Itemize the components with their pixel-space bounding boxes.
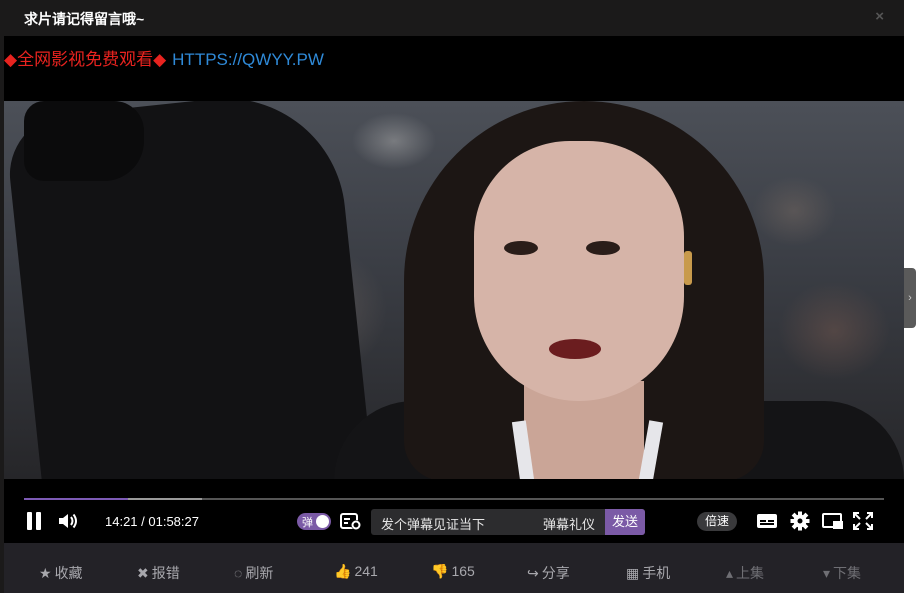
thumbs-up-icon: 👍 <box>334 563 352 579</box>
speed-button[interactable]: 倍速 <box>697 512 737 531</box>
ad-banner[interactable]: ◆全网影视免费观看◆ HTTPS://QWYY.PW <box>4 45 324 70</box>
video-figure-lips <box>549 339 601 359</box>
video-frame[interactable] <box>4 101 904 479</box>
danmaku-etiquette-link[interactable]: 弹幕礼仪 <box>543 514 595 533</box>
ad-url-link[interactable]: HTTPS://QWYY.PW <box>172 50 324 69</box>
share-icon: ↪ <box>527 565 539 581</box>
next-episode-button[interactable]: ▾ 下集 <box>823 563 861 583</box>
video-figure-face <box>474 141 684 401</box>
triangle-down-icon: ▾ <box>823 565 831 581</box>
qr-code-icon: ▦ <box>626 565 640 581</box>
dislike-button[interactable]: 👎 165 <box>431 563 475 580</box>
share-button[interactable]: ↪ 分享 <box>527 563 570 583</box>
thumbs-down-icon: 👎 <box>431 563 449 579</box>
danmaku-toggle[interactable]: 弹 <box>297 513 331 530</box>
video-figure-earring <box>684 251 692 285</box>
time-display: 14:21 / 01:58:27 <box>105 514 199 529</box>
close-icon[interactable]: × <box>875 8 884 25</box>
video-figure-eye-left <box>504 241 538 255</box>
danmaku-placeholder: 发个弹幕见证当下 <box>381 517 486 532</box>
side-panel-strip: › <box>904 0 924 593</box>
danmaku-settings-icon[interactable] <box>340 512 362 531</box>
danmaku-send-button[interactable]: 发送 <box>605 509 645 535</box>
close-x-icon: ✖ <box>137 565 149 581</box>
dialog-titlebar: 求片请记得留言哦~ × <box>4 0 904 36</box>
fullscreen-icon[interactable] <box>852 511 874 531</box>
mobile-qr-button[interactable]: ▦ 手机 <box>626 563 670 583</box>
video-player[interactable]: ◆全网影视免费观看◆ HTTPS://QWYY.PW 14:21 / 01:58:… <box>4 36 904 543</box>
triangle-up-icon: ▴ <box>726 565 734 581</box>
gear-icon[interactable] <box>789 511 811 531</box>
favorite-button[interactable]: ★ 收藏 <box>39 563 83 583</box>
picture-in-picture-icon[interactable] <box>822 511 844 531</box>
video-figure-eye-right <box>586 241 620 255</box>
toggle-knob <box>316 515 329 528</box>
danmaku-input[interactable]: 发个弹幕见证当下 弹幕礼仪 发送 <box>371 509 645 535</box>
progress-played <box>24 498 129 500</box>
previous-episode-button[interactable]: ▴ 上集 <box>726 563 764 583</box>
report-error-button[interactable]: ✖ 报错 <box>137 563 180 583</box>
dialog-title: 求片请记得留言哦~ <box>24 11 145 27</box>
pause-icon[interactable] <box>26 512 42 530</box>
volume-icon[interactable] <box>58 512 80 530</box>
video-figure-glove <box>24 101 144 181</box>
subtitle-icon[interactable] <box>756 511 778 531</box>
star-icon: ★ <box>39 565 52 581</box>
progress-bar[interactable] <box>24 498 884 500</box>
spinner-icon: ◌ <box>234 565 243 581</box>
ad-promo-text: ◆全网影视免费观看◆ <box>4 50 167 69</box>
refresh-button[interactable]: ◌ 刷新 <box>234 563 273 583</box>
action-bar: ★ 收藏 ✖ 报错 ◌ 刷新 👍 241 👎 165 ↪ 分享 ▦ 手机 ▴ 上集 ▾ 下集 <box>4 543 904 593</box>
expand-handle-button[interactable]: › <box>904 268 916 328</box>
danmaku-toggle-label: 弹 <box>302 517 313 529</box>
like-button[interactable]: 👍 241 <box>334 563 378 580</box>
